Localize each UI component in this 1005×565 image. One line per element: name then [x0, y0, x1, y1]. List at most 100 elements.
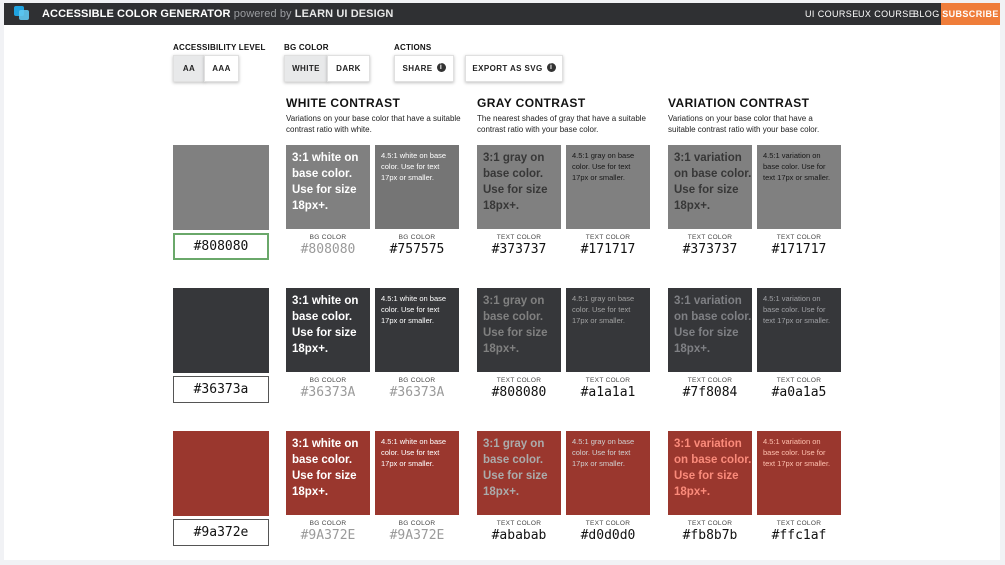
actions-label: ACTIONS	[394, 43, 432, 52]
color-hex-value[interactable]: #373737	[668, 242, 752, 257]
color-type-label: TEXT COLOR	[585, 377, 631, 384]
contrast-tile[interactable]: 3:1 variation on base color. Use for siz…	[668, 145, 752, 229]
color-type-label: BG COLOR	[398, 377, 436, 384]
contrast-tile[interactable]: 4.5:1 white on base color. Use for text …	[375, 145, 459, 229]
contrast-sample-text: 3:1 white on base color. Use for size 18…	[292, 295, 359, 355]
color-hex-value[interactable]: #36373A	[375, 385, 459, 400]
subscribe-button[interactable]: SUBSCRIBE	[941, 3, 1000, 25]
contrast-sample-text: 3:1 gray on base color. Use for size 18p…	[483, 438, 548, 498]
info-icon: i	[436, 63, 446, 73]
contrast-sample-text: 3:1 variation on base color. Use for siz…	[674, 438, 752, 498]
color-hex-value[interactable]: #808080	[286, 242, 370, 257]
contrast-sample-text: 4.5:1 gray on base color. Use for text 1…	[572, 437, 635, 468]
contrast-sample-text: 4.5:1 white on base color. Use for text …	[381, 437, 447, 468]
share-button-label: SHARE	[402, 64, 433, 73]
color-hex-value[interactable]: #171717	[566, 242, 650, 257]
info-icon: i	[546, 63, 556, 73]
color-type-label: TEXT COLOR	[687, 520, 733, 527]
contrast-tile[interactable]: 3:1 variation on base color. Use for siz…	[668, 288, 752, 372]
contrast-tile[interactable]: 3:1 gray on base color. Use for size 18p…	[477, 288, 561, 372]
color-hex-value[interactable]: #9A372E	[375, 528, 459, 543]
color-type-label: BG COLOR	[309, 234, 347, 241]
color-hex-value[interactable]: #ffc1af	[757, 528, 841, 543]
color-hex-value[interactable]: #ababab	[477, 528, 561, 543]
contrast-tile[interactable]: 4.5:1 variation on base color. Use for t…	[757, 431, 841, 515]
base-color-swatch	[173, 288, 269, 373]
export-svg-button[interactable]: EXPORT AS SVG i	[465, 55, 563, 82]
color-hex-value[interactable]: #fb8b7b	[668, 528, 752, 543]
column-desc-white: Variations on your base color that have …	[286, 114, 461, 134]
color-type-label: BG COLOR	[398, 520, 436, 527]
bg-white-button[interactable]: WHITE	[284, 55, 328, 82]
contrast-sample-text: 4.5:1 white on base color. Use for text …	[381, 294, 447, 325]
contrast-tile[interactable]: 3:1 white on base color. Use for size 18…	[286, 431, 370, 515]
contrast-tile[interactable]: 3:1 variation on base color. Use for siz…	[668, 431, 752, 515]
logo-icon[interactable]	[14, 6, 30, 21]
contrast-tile[interactable]: 3:1 gray on base color. Use for size 18p…	[477, 431, 561, 515]
color-type-label: BG COLOR	[309, 377, 347, 384]
top-nav-bar: ACCESSIBLE COLOR GENERATOR powered by LE…	[4, 3, 1000, 25]
contrast-tile[interactable]: 3:1 white on base color. Use for size 18…	[286, 288, 370, 372]
contrast-sample-text: 4.5:1 white on base color. Use for text …	[381, 151, 447, 182]
powered-by-text: powered by	[233, 8, 292, 20]
color-type-label: TEXT COLOR	[496, 520, 542, 527]
base-hex-input[interactable]: #9a372e	[173, 519, 269, 546]
color-hex-value[interactable]: #9A372E	[286, 528, 370, 543]
contrast-tile[interactable]: 4.5:1 gray on base color. Use for text 1…	[566, 145, 650, 229]
column-title-variation: VARIATION CONTRAST	[668, 96, 810, 110]
color-hex-value[interactable]: #808080	[477, 385, 561, 400]
color-type-label: TEXT COLOR	[496, 377, 542, 384]
color-hex-value[interactable]: #36373A	[286, 385, 370, 400]
contrast-tile[interactable]: 4.5:1 variation on base color. Use for t…	[757, 288, 841, 372]
color-hex-value[interactable]: #d0d0d0	[566, 528, 650, 543]
contrast-tile[interactable]: 3:1 white on base color. Use for size 18…	[286, 145, 370, 229]
contrast-sample-text: 3:1 variation on base color. Use for siz…	[674, 295, 752, 355]
nav-ux-course[interactable]: UX COURSE	[858, 9, 915, 19]
contrast-tile[interactable]: 4.5:1 variation on base color. Use for t…	[757, 145, 841, 229]
contrast-sample-text: 4.5:1 variation on base color. Use for t…	[763, 294, 831, 325]
contrast-sample-text: 4.5:1 gray on base color. Use for text 1…	[572, 151, 635, 182]
color-hex-value[interactable]: #a0a1a5	[757, 385, 841, 400]
contrast-tile[interactable]: 4.5:1 white on base color. Use for text …	[375, 288, 459, 372]
contrast-sample-text: 4.5:1 variation on base color. Use for t…	[763, 151, 831, 182]
color-type-label: TEXT COLOR	[585, 234, 631, 241]
color-hex-value[interactable]: #373737	[477, 242, 561, 257]
column-title-white: WHITE CONTRAST	[286, 96, 401, 110]
color-hex-value[interactable]: #a1a1a1	[566, 385, 650, 400]
contrast-tile[interactable]: 4.5:1 gray on base color. Use for text 1…	[566, 288, 650, 372]
color-hex-value[interactable]: #171717	[757, 242, 841, 257]
contrast-sample-text: 3:1 gray on base color. Use for size 18p…	[483, 152, 548, 212]
color-hex-value[interactable]: #7f8084	[668, 385, 752, 400]
level-aa-button[interactable]: AA	[173, 55, 205, 82]
bg-dark-button[interactable]: DARK	[327, 55, 370, 82]
export-button-label: EXPORT AS SVG	[472, 64, 543, 73]
color-type-label: BG COLOR	[309, 520, 347, 527]
level-aaa-button[interactable]: AAA	[204, 55, 239, 82]
color-hex-value[interactable]: #757575	[375, 242, 459, 257]
share-button[interactable]: SHARE i	[394, 55, 454, 82]
color-type-label: TEXT COLOR	[776, 234, 822, 241]
color-type-label: BG COLOR	[398, 234, 436, 241]
color-type-label: TEXT COLOR	[585, 520, 631, 527]
contrast-sample-text: 3:1 gray on base color. Use for size 18p…	[483, 295, 548, 355]
bg-color-label: BG COLOR	[284, 43, 329, 52]
color-type-label: TEXT COLOR	[496, 234, 542, 241]
nav-ui-course[interactable]: UI COURSE	[805, 9, 859, 19]
contrast-sample-text: 3:1 white on base color. Use for size 18…	[292, 438, 359, 498]
column-desc-gray: The nearest shades of gray that have a s…	[477, 114, 646, 134]
base-color-swatch	[173, 431, 269, 516]
contrast-tile[interactable]: 4.5:1 gray on base color. Use for text 1…	[566, 431, 650, 515]
contrast-sample-text: 4.5:1 variation on base color. Use for t…	[763, 437, 831, 468]
nav-blog[interactable]: BLOG	[913, 9, 940, 19]
contrast-sample-text: 3:1 variation on base color. Use for siz…	[674, 152, 752, 212]
base-hex-input[interactable]: #36373a	[173, 376, 269, 403]
app-frame: ACCESSIBLE COLOR GENERATOR powered by LE…	[4, 3, 1000, 560]
base-hex-input[interactable]: #808080	[173, 233, 269, 260]
accessibility-level-label: ACCESSIBILITY LEVEL	[173, 43, 266, 52]
contrast-sample-text: 3:1 white on base color. Use for size 18…	[292, 152, 359, 212]
color-type-label: TEXT COLOR	[776, 520, 822, 527]
contrast-tile[interactable]: 3:1 gray on base color. Use for size 18p…	[477, 145, 561, 229]
contrast-tile[interactable]: 4.5:1 white on base color. Use for text …	[375, 431, 459, 515]
color-type-label: TEXT COLOR	[776, 377, 822, 384]
brand-link[interactable]: LEARN UI DESIGN	[295, 8, 394, 20]
